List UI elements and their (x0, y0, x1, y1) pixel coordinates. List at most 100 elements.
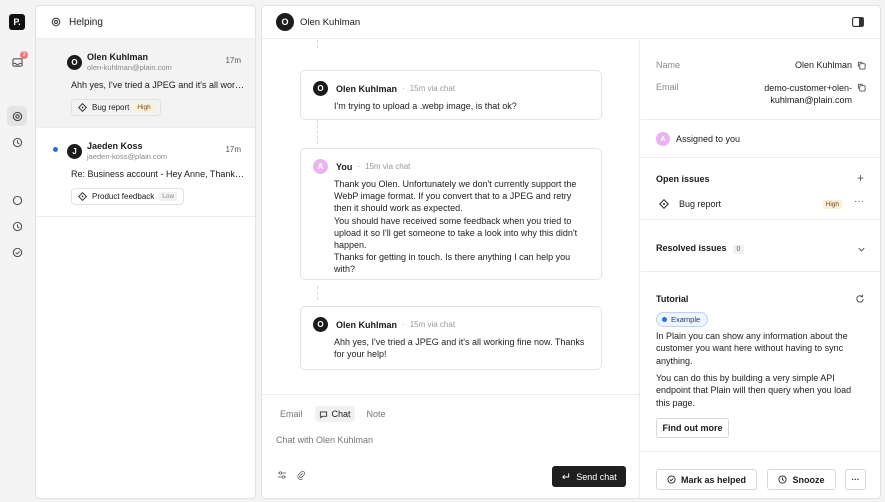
left-rail: P. 3 (0, 0, 34, 502)
circle-icon (12, 195, 22, 205)
chevron-down-icon[interactable] (857, 245, 866, 254)
more-actions-button[interactable]: ··· (845, 469, 866, 490)
conversation-title: Olen Kuhlman (300, 16, 361, 28)
timeline-connector (317, 120, 318, 144)
app-logo[interactable]: P. (9, 14, 25, 30)
thread-label-text: Product feedback (92, 192, 155, 201)
resolved-count: 0 (732, 245, 745, 254)
thread-time: 17m (225, 145, 241, 154)
resolved-issues-section[interactable]: Resolved issues 0 (641, 220, 880, 272)
tab-chat[interactable]: Chat (314, 406, 355, 422)
chat-timeline: O Olen Kuhlman · 15m via chat I'm trying… (262, 40, 640, 498)
refresh-icon[interactable] (855, 294, 865, 304)
avatar: O (313, 81, 328, 96)
priority-badge: Low (159, 192, 178, 201)
name-label: Name (656, 60, 681, 70)
helping-icon (12, 111, 22, 121)
avatar: A (656, 132, 670, 146)
timeline-connector (317, 40, 318, 48)
settings-sliders-icon[interactable] (277, 470, 287, 480)
message-body: I'm trying to upload a .webp image, is t… (334, 101, 517, 111)
send-chat-button[interactable]: Send chat (552, 466, 626, 487)
copy-icon[interactable] (857, 61, 866, 70)
clock-icon (12, 221, 22, 231)
avatar: O (67, 55, 82, 70)
check-circle-icon (12, 247, 22, 257)
assignee-text: Assigned to you (676, 134, 741, 144)
inbox-nav-button[interactable]: 3 (7, 51, 28, 72)
add-issue-icon[interactable]: + (857, 171, 864, 185)
message-author: Olen Kuhlman (336, 83, 398, 94)
email-value-line: kuhlman@plain.com (770, 95, 852, 105)
avatar: A (313, 159, 328, 174)
mark-as-helped-button[interactable]: Mark as helped (656, 469, 757, 490)
thread-preview: Ahh yes, I've tried a JPEG and it's all … (71, 80, 246, 90)
tab-chat-label: Chat (331, 409, 351, 419)
thread-item[interactable]: J Jaeden Koss jaeden-koss@plain.com 17m … (36, 128, 255, 217)
snooze-button[interactable]: Snooze (767, 469, 836, 490)
helping-icon (51, 17, 61, 27)
copy-icon[interactable] (857, 83, 866, 92)
thread-label: Product feedback Low (71, 188, 185, 205)
thread-list-panel: Helping O Olen Kuhlman olen-kuhlman@plai… (35, 5, 256, 499)
find-out-more-button[interactable]: Find out more (656, 418, 729, 438)
thread-preview: Re: Business account - Hey Anne, Thanks … (71, 169, 246, 179)
tutorial-paragraph: In Plain you can show any information ab… (656, 331, 848, 366)
tab-note[interactable]: Note (363, 406, 390, 422)
customer-details: Name Olen Kuhlman Email demo-customer+ol… (641, 40, 880, 498)
priority-badge: High (822, 200, 842, 209)
snooze-icon (12, 137, 22, 147)
snoozed-filter-button[interactable] (7, 216, 27, 236)
more-icon[interactable]: ··· (854, 196, 864, 207)
bug-report-icon (78, 103, 87, 112)
message: O Olen Kuhlman · 15m via chat I'm trying… (300, 70, 602, 120)
example-label: Example (671, 315, 701, 324)
issue-row[interactable]: Bug report (659, 199, 721, 209)
avatar: J (67, 144, 82, 159)
message-meta: 15m via chat (365, 162, 411, 171)
thread-label-text: Bug report (92, 103, 130, 112)
message-body: Thank you Olen. Unfortunately we don't c… (334, 179, 578, 275)
chat-bubble-icon (319, 411, 327, 419)
priority-badge: High (134, 103, 154, 112)
snooze-label: Snooze (792, 474, 825, 485)
list-title: Helping (69, 16, 103, 28)
snooze-icon (778, 475, 788, 484)
issue-label: Bug report (679, 199, 722, 209)
list-header: Helping (36, 6, 255, 39)
tutorial-section: Tutorial Example In Plain you can show a… (641, 272, 880, 452)
customer-info-section: Name Olen Kuhlman Email demo-customer+ol… (641, 40, 880, 120)
todo-nav-button[interactable] (7, 190, 27, 210)
send-chat-label: Send chat (576, 471, 617, 482)
helping-nav-button[interactable] (7, 106, 27, 126)
done-nav-button[interactable] (7, 242, 27, 262)
check-circle-icon (667, 475, 676, 484)
thread-customer-name: Olen Kuhlman (87, 52, 149, 62)
thread-customer-email: jaeden-koss@plain.com (87, 152, 168, 161)
message: O Olen Kuhlman · 15m via chat Ahh yes, I… (300, 306, 602, 370)
email-value: demo-customer+olen- kuhlman@plain.com (764, 82, 852, 106)
bug-report-icon (659, 199, 669, 209)
thread-time: 17m (225, 56, 241, 65)
enter-icon (562, 473, 570, 480)
snoozed-nav-button[interactable] (7, 132, 27, 152)
assignee-section[interactable]: A Assigned to you (641, 120, 880, 158)
message-author: You (336, 161, 353, 172)
tab-email[interactable]: Email (276, 406, 307, 422)
message-meta: 15m via chat (409, 84, 456, 93)
conversation-panel: O Olen Kuhlman O Olen Kuhlman · 15m via … (261, 5, 881, 499)
inbox-badge: 3 (20, 51, 28, 59)
thread-item[interactable]: O Olen Kuhlman olen-kuhlman@plain.com 17… (36, 39, 255, 128)
example-badge: Example (656, 312, 709, 327)
resolved-issues-label: Resolved issues (656, 243, 727, 253)
email-label: Email (656, 82, 679, 92)
message-body: Ahh yes, I've tried a JPEG and it's all … (334, 337, 585, 360)
attachment-icon[interactable] (296, 470, 306, 480)
sidebar-toggle-icon[interactable] (852, 17, 864, 27)
conversation-header: O Olen Kuhlman (262, 6, 880, 39)
open-issues-title: Open issues (656, 174, 710, 184)
tutorial-paragraph: You can do this by building a very simpl… (656, 373, 852, 408)
email-value-line: demo-customer+olen- (764, 83, 852, 93)
composer-tabs: Email Chat Note (276, 406, 390, 422)
chat-input[interactable] (276, 435, 616, 445)
